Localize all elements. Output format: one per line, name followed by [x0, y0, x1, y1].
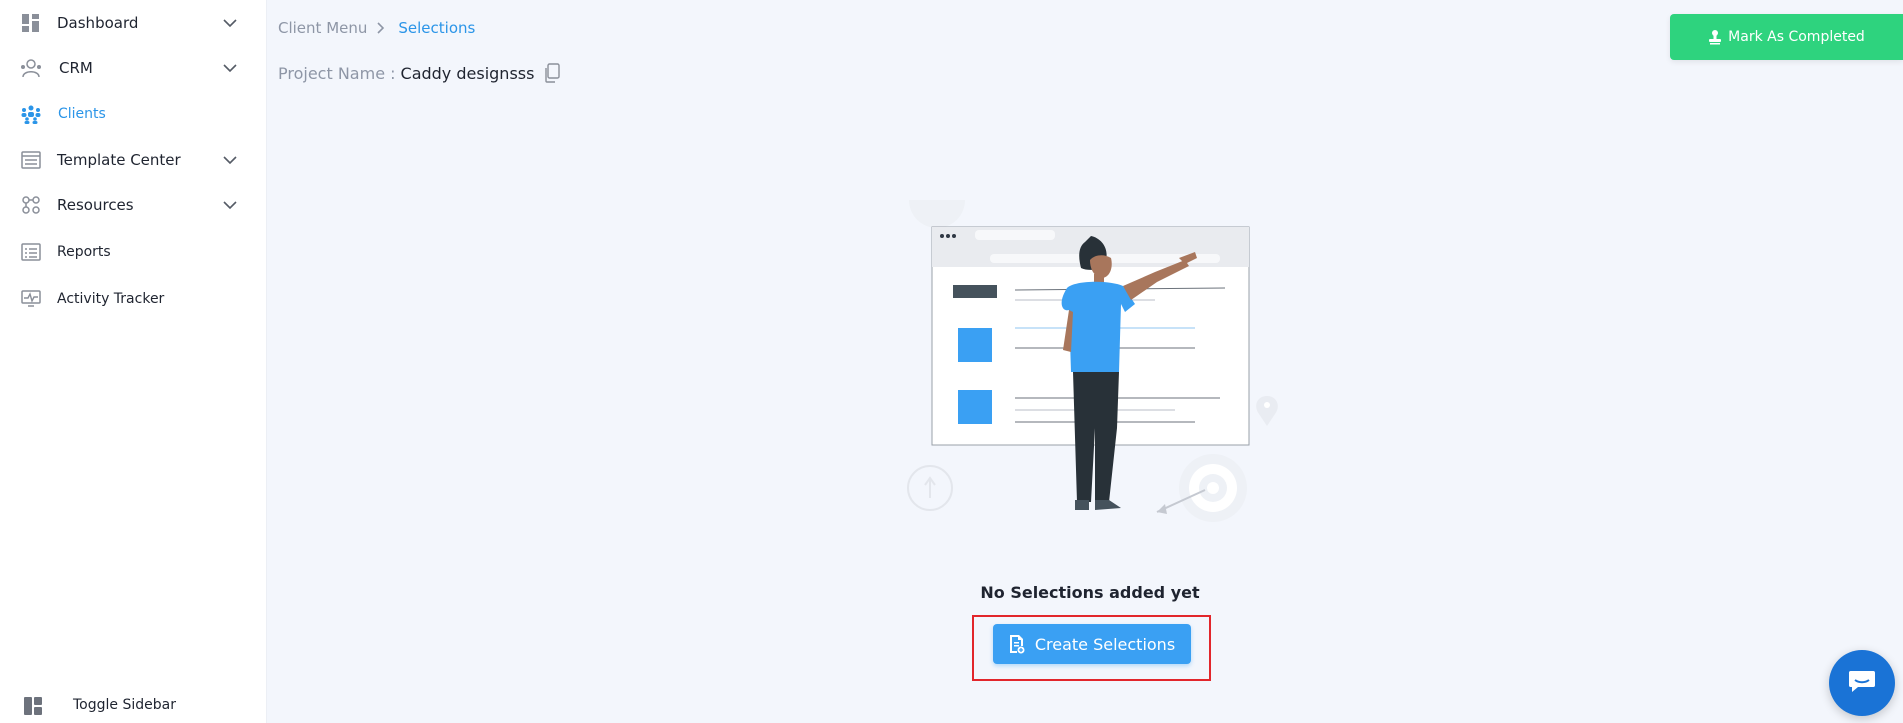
sidebar-item-clients[interactable]: Clients: [0, 94, 267, 134]
create-selections-label: Create Selections: [1034, 634, 1176, 654]
empty-state-illustration: [895, 172, 1285, 560]
project-name-value: Caddy designsss: [400, 63, 535, 83]
activity-icon: [20, 288, 42, 310]
sidebar-item-activity-tracker[interactable]: Activity Tracker: [0, 279, 267, 319]
chevron-right-icon: [377, 22, 385, 34]
sidebar-item-label: Dashboard: [57, 14, 139, 32]
reports-icon: [20, 241, 42, 263]
stamp-icon: [1708, 29, 1722, 45]
sidebar-item-label: Reports: [57, 244, 111, 260]
crm-icon: [20, 57, 42, 79]
sidebar-item-resources[interactable]: Resources: [0, 185, 267, 225]
chevron-down-icon: [222, 152, 238, 168]
copy-icon[interactable]: [544, 63, 561, 83]
chat-widget-button[interactable]: [1829, 650, 1895, 716]
toggle-sidebar-button[interactable]: Toggle Sidebar: [0, 690, 267, 722]
sidebar-item-reports[interactable]: Reports: [0, 232, 267, 272]
breadcrumb-current: Selections: [398, 19, 476, 37]
sidebar-item-label: Activity Tracker: [57, 291, 165, 307]
create-selections-button[interactable]: Create Selections: [993, 624, 1191, 664]
project-name-label: Project Name :: [278, 63, 396, 83]
sidebar-item-template-center[interactable]: Template Center: [0, 140, 267, 180]
sidebar-item-label: CRM: [59, 59, 93, 77]
project-name-row: Project Name : Caddy designsss: [278, 63, 561, 83]
sidebar-toggle-icon: [22, 695, 44, 717]
sidebar-item-label: Resources: [57, 196, 134, 214]
chevron-down-icon: [222, 15, 238, 31]
empty-state-message: No Selections added yet: [980, 583, 1200, 602]
resources-icon: [20, 194, 42, 216]
chat-icon: [1848, 669, 1876, 697]
chevron-down-icon: [222, 197, 238, 213]
toggle-sidebar-label: Toggle Sidebar: [73, 697, 176, 713]
chevron-down-icon: [222, 60, 238, 76]
breadcrumb-client-menu[interactable]: Client Menu: [278, 19, 367, 37]
sidebar-item-label: Clients: [58, 106, 106, 122]
template-icon: [20, 149, 42, 171]
document-add-icon: [1009, 634, 1025, 654]
mark-as-completed-button[interactable]: Mark As Completed: [1670, 14, 1903, 60]
mark-as-completed-label: Mark As Completed: [1728, 29, 1865, 45]
breadcrumb: Client Menu Selections: [278, 19, 475, 37]
sidebar-item-crm[interactable]: CRM: [0, 48, 267, 88]
clients-icon: [20, 103, 42, 125]
sidebar-item-dashboard[interactable]: Dashboard: [0, 3, 267, 43]
sidebar-item-label: Template Center: [57, 151, 181, 169]
sidebar: Dashboard CRM Clients Template Center Re…: [0, 0, 267, 723]
dashboard-icon: [20, 12, 42, 34]
